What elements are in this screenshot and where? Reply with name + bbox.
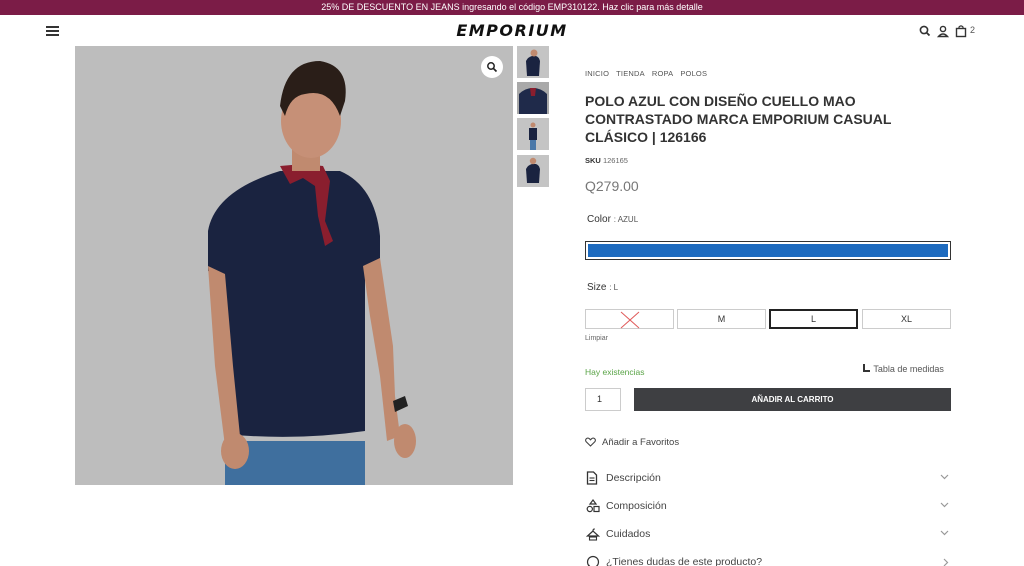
size-option-label: Size : L — [587, 282, 618, 293]
accordion-cuidados[interactable]: Cuidados — [585, 525, 951, 545]
size-label: Size — [587, 282, 607, 293]
cart-count-badge: 2 — [970, 25, 976, 35]
breadcrumb-inicio[interactable]: INICIO — [585, 69, 609, 78]
unavailable-x-icon — [620, 311, 640, 329]
magnifier-icon — [487, 62, 498, 73]
whatsapp-icon — [586, 555, 600, 566]
breadcrumb: INICIO TIENDA ROPA POLOS — [585, 69, 714, 78]
chevron-down-icon — [940, 530, 949, 536]
accordion-composicion[interactable]: Composición — [585, 497, 951, 517]
product-thumbnail-4[interactable] — [517, 155, 549, 187]
promo-banner[interactable]: 25% DE DESCUENTO EN JEANS ingresando el … — [0, 0, 1024, 15]
accordion-label: Composición — [606, 500, 667, 512]
accordion-descripcion[interactable]: Descripción — [585, 469, 951, 489]
color-option-label: Color : AZUL — [587, 214, 638, 225]
chevron-right-icon — [943, 558, 949, 566]
size-button-m[interactable]: M — [677, 309, 766, 329]
sku-value: 126165 — [602, 156, 628, 165]
product-sku: SKU 126165 — [585, 156, 628, 165]
hanger-icon — [586, 528, 600, 541]
thumbnail-image — [517, 155, 549, 187]
product-thumbnail-2[interactable] — [517, 82, 549, 114]
size-selected-value: : L — [609, 283, 619, 292]
add-to-wishlist-link[interactable]: Añadir a Favoritos — [585, 437, 679, 448]
account-icon[interactable] — [936, 24, 950, 38]
chevron-down-icon — [940, 474, 949, 480]
accordion-label: Cuidados — [606, 528, 651, 540]
document-icon — [586, 471, 598, 485]
hamburger-menu-icon[interactable] — [46, 26, 59, 36]
size-button-unavailable[interactable] — [585, 309, 674, 329]
model-photo — [75, 46, 513, 485]
size-guide-label: Tabla de medidas — [873, 364, 944, 374]
clear-selection-link[interactable]: Limpiar — [585, 335, 608, 342]
size-button-l[interactable]: L — [769, 309, 858, 329]
product-title: POLO AZUL CON DISEÑO CUELLO MAO CONTRAST… — [585, 93, 892, 145]
thumbnail-image — [517, 46, 549, 78]
breadcrumb-tienda[interactable]: TIENDA — [616, 69, 645, 78]
product-price: Q279.00 — [585, 178, 639, 194]
size-button-xl[interactable]: XL — [862, 309, 951, 329]
shapes-icon — [586, 499, 600, 513]
breadcrumb-polos[interactable]: POLOS — [680, 69, 707, 78]
accordion-label: Descripción — [606, 472, 661, 484]
shopping-bag-icon[interactable] — [954, 24, 968, 38]
color-swatch-azul[interactable] — [585, 241, 951, 260]
site-header: EMPORIUM 2 — [0, 15, 1024, 47]
product-thumbnail-3[interactable] — [517, 118, 549, 150]
thumbnail-image — [517, 118, 549, 150]
add-to-cart-button[interactable]: AÑADIR AL CARRITO — [634, 388, 951, 411]
sku-label: SKU — [585, 156, 601, 165]
zoom-button[interactable] — [481, 56, 503, 78]
site-logo[interactable]: EMPORIUM — [445, 20, 579, 42]
quantity-input[interactable]: 1 — [585, 388, 621, 411]
product-thumbnail-1[interactable] — [517, 46, 549, 78]
search-icon[interactable] — [918, 24, 932, 38]
color-label: Color — [587, 214, 611, 225]
stock-status: Hay existencias — [585, 367, 645, 377]
wishlist-label: Añadir a Favoritos — [602, 437, 680, 448]
color-swatch-fill — [588, 244, 948, 257]
ruler-icon — [863, 364, 870, 372]
heart-icon — [585, 437, 596, 447]
accordion-dudas[interactable]: ¿Tienes dudas de este producto? — [585, 553, 951, 566]
chevron-down-icon — [940, 502, 949, 508]
breadcrumb-ropa[interactable]: ROPA — [652, 69, 674, 78]
color-selected-value: : AZUL — [613, 215, 639, 224]
thumbnail-image — [517, 82, 549, 114]
size-guide-link[interactable]: Tabla de medidas — [862, 363, 944, 374]
accordion-label: ¿Tienes dudas de este producto? — [606, 556, 763, 566]
product-main-image[interactable] — [75, 46, 513, 485]
